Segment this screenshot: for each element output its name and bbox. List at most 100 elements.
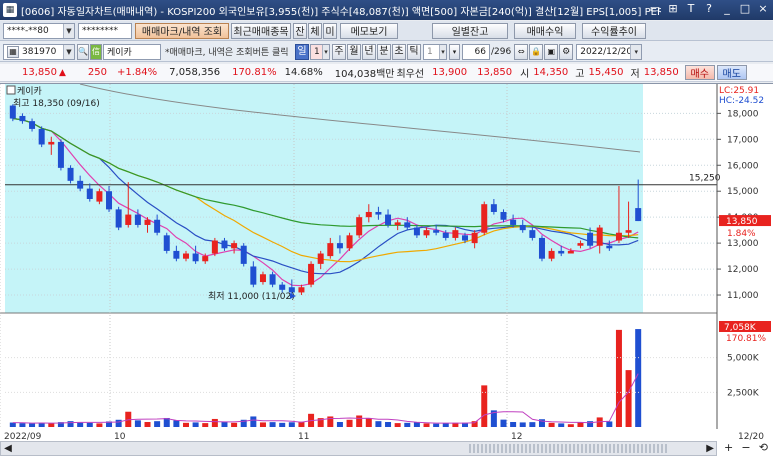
vol-ratio-tag: 170.81% [726, 334, 766, 344]
stock-code-field[interactable]: ▦ 381970 ▼ [3, 43, 75, 60]
chevron-down-icon[interactable]: ▾ [322, 44, 329, 59]
calendar-icon[interactable]: ▾ [630, 44, 642, 59]
volume-bar [346, 419, 353, 427]
volume-bar [173, 420, 180, 427]
hline-label: 15,250 [689, 174, 721, 184]
volume-ratio: 170.81% [232, 67, 277, 78]
maximize-icon[interactable]: □ [739, 2, 751, 16]
zoom-out-icon[interactable]: − [741, 441, 750, 456]
current-price: 13,850 [22, 67, 57, 78]
password-field[interactable]: ******** [78, 22, 132, 39]
date-field[interactable]: 2022/12/20 ▾ [576, 43, 643, 60]
search-icon[interactable]: 🔍 [77, 43, 89, 60]
scroll-thumb[interactable] [469, 444, 669, 453]
grid-icon[interactable]: ⊞ [667, 2, 679, 16]
help-icon[interactable]: ? [703, 2, 715, 16]
grid-menu-icon[interactable]: ▦ [7, 45, 19, 58]
lock-icon[interactable]: 🔒 [529, 43, 544, 60]
candle-body [625, 230, 632, 233]
expand-icon[interactable]: ⇔ [514, 43, 529, 60]
minimize-icon[interactable]: _ [721, 2, 733, 16]
period-month[interactable]: 월 [347, 43, 361, 60]
candle-body [365, 211, 372, 218]
candle-body [317, 253, 324, 264]
candle-body [308, 263, 315, 285]
reset-icon[interactable]: ⟲ [759, 441, 768, 456]
candle-body [577, 243, 584, 246]
yield-trend-button[interactable]: 수익률추이 [582, 22, 646, 39]
date-axis: 2022/09 10 11 12 12/20 [4, 432, 764, 441]
restore-icon[interactable]: ▭ [649, 2, 661, 16]
trade-profit-button[interactable]: 매매수익 [514, 22, 576, 39]
period-week[interactable]: 주 [332, 43, 346, 60]
close-icon[interactable]: × [757, 2, 769, 16]
period-number[interactable]: 1 ▾ [310, 43, 330, 60]
candle-body [356, 217, 363, 236]
period-day[interactable]: 일 [295, 43, 309, 60]
query-hint: *매매마크, 내역은 조회버튼 클릭 [165, 48, 289, 58]
daily-balance-button[interactable]: 일별잔고 [432, 22, 508, 39]
chart-canvas[interactable]: 15,250 케이카최고 18,350 (09/16) 최저 11,000 (11/… [0, 83, 773, 430]
chevron-down-icon[interactable]: ▾ [449, 43, 460, 60]
chevron-down-icon[interactable]: ▼ [63, 23, 74, 38]
window-controls: ▭ ⊞ T ? _ □ × [649, 2, 769, 16]
candle-body [462, 235, 469, 241]
execution-button[interactable]: 체 [308, 22, 322, 39]
volume-bar [548, 422, 555, 427]
volume-bar [288, 422, 295, 427]
account-select[interactable]: ****-**80 ▼ [3, 22, 75, 39]
candle-body [163, 235, 170, 251]
bar-count-field[interactable]: 66 [462, 43, 490, 60]
volume-bar [625, 370, 632, 427]
chevron-down-icon[interactable]: ▾ [439, 44, 446, 59]
change-rate: +1.84% [117, 67, 158, 78]
ask-price: 13,900 [432, 67, 468, 78]
volume-bar [250, 416, 257, 427]
memo-button[interactable]: 메모보기 [340, 22, 398, 39]
low-annotation: 최저 11,000 (11/02) [208, 291, 295, 302]
volume-bar [134, 420, 141, 427]
unit-select[interactable]: 1 ▾ [423, 43, 447, 60]
save-icon[interactable]: ▣ [544, 43, 559, 60]
stock-code: 381970 [22, 46, 57, 57]
open-label: 시 [520, 69, 530, 80]
volume-bar [615, 329, 622, 427]
scroll-track[interactable] [7, 444, 716, 453]
period-minute[interactable]: 분 [377, 43, 391, 60]
zoom-in-icon[interactable]: + [724, 441, 733, 456]
scroll-right-icon[interactable]: ▶ [706, 443, 714, 454]
sell-button[interactable]: 매도 [716, 65, 747, 80]
candle-body [115, 209, 122, 228]
candle-body [48, 141, 55, 145]
stock-info-icon[interactable]: 信 [90, 43, 102, 60]
volume-bar [182, 422, 189, 427]
y-tick-label: 11,000 [727, 291, 759, 301]
candle-body [548, 250, 555, 259]
trade-mark-query-button[interactable]: 매매마크/내역 조회 [135, 22, 229, 39]
volume-bar [48, 423, 55, 427]
candle-body [404, 222, 411, 228]
volume-bar [154, 421, 161, 427]
candle-body [481, 204, 488, 233]
date-label: 12/20 [738, 432, 764, 441]
candle-body [558, 250, 565, 254]
volume-bar [375, 421, 382, 427]
lc-label: LC:25.91 [719, 86, 759, 96]
period-tick[interactable]: 틱 [407, 43, 421, 60]
text-icon[interactable]: T [685, 2, 697, 16]
volume-bar [423, 423, 430, 427]
gear-icon[interactable]: ⚙ [559, 43, 574, 60]
recent-trade-button[interactable]: 최근매매종목 [231, 22, 291, 39]
period-year[interactable]: 년 [362, 43, 376, 60]
unfilled-button[interactable]: 미 [323, 22, 337, 39]
period-second[interactable]: 초 [392, 43, 406, 60]
chart-scrollbar[interactable]: ◀ ▶ [0, 441, 717, 456]
x-label-2: 11 [298, 432, 309, 441]
buy-button[interactable]: 매수 [684, 65, 715, 80]
stock-toolbar: ▦ 381970 ▼ 🔍 信 케이카 *매매마크, 내역은 조회버튼 클릭 일 … [0, 42, 773, 62]
volume-bar [558, 423, 565, 427]
chevron-down-icon[interactable]: ▼ [63, 44, 74, 59]
balance-button[interactable]: 잔 [293, 22, 307, 39]
volume-bar [529, 422, 536, 427]
stock-chart[interactable]: 15,250 케이카 최고 18,350 (09/16) 최저 11,000 (11/… [0, 83, 773, 430]
